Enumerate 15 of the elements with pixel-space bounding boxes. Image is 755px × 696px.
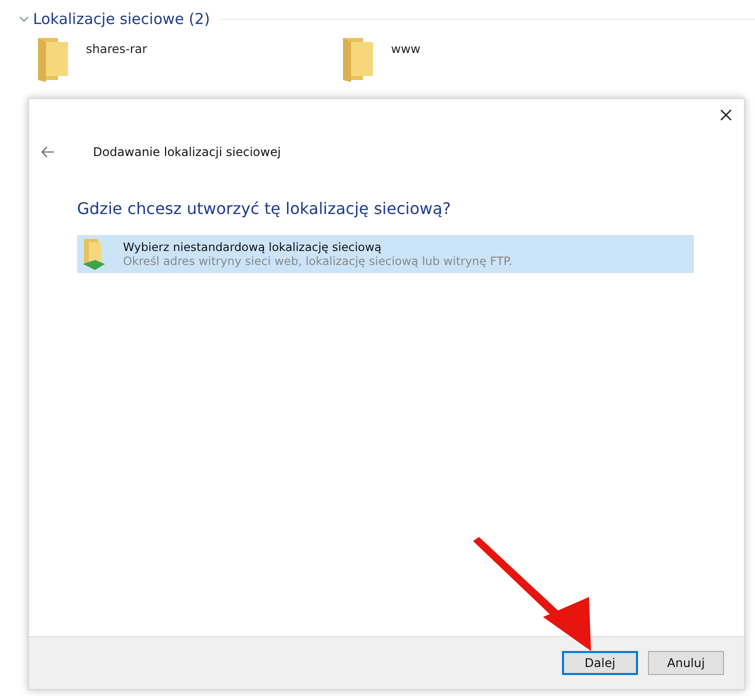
option-title: Wybierz niestandardową lokalizację sieciową (123, 240, 382, 254)
group-title: Lokalizacje sieciowe (2) (33, 10, 210, 28)
option-item[interactable]: Wybierz niestandardową lokalizację sieciową Określ adres witryny sieci web, lokalizację sieciową lub witrynę FTP. (77, 235, 694, 273)
folder-name[interactable]: shares-rar (86, 42, 148, 56)
close-icon (720, 109, 732, 121)
folder-icon[interactable] (36, 36, 70, 82)
option-description: Określ adres witryny sieci web, lokalizację sieciową lub witrynę FTP. (123, 254, 512, 268)
dialog-button[interactable]: Anuluj (648, 651, 724, 675)
dialog-heading: Gdzie chcesz utworzyć tę lokalizację sieciową? (77, 199, 452, 218)
folder-name[interactable]: www (391, 42, 420, 56)
folder-icon[interactable] (341, 36, 375, 82)
network-folder-icon (81, 237, 107, 271)
dialog-button[interactable]: Dalej (562, 651, 638, 675)
back-arrow-icon[interactable] (41, 146, 55, 158)
dialog-title: Dodawanie lokalizacji sieciowej (93, 145, 281, 159)
